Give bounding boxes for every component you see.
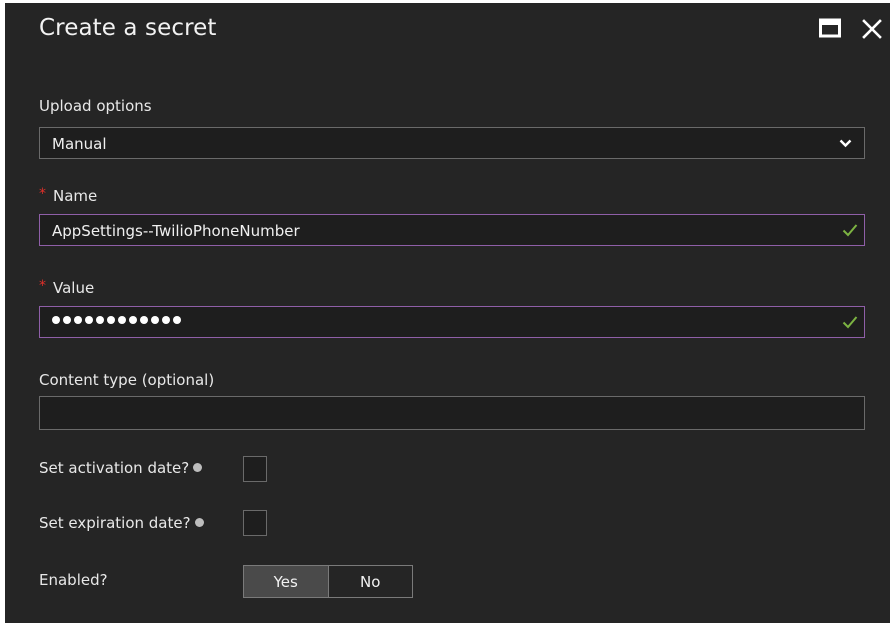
info-icon[interactable] — [193, 463, 203, 472]
mask-dot — [85, 316, 93, 324]
upload-options-select[interactable]: Manual — [39, 127, 865, 159]
page-title: Create a secret — [39, 15, 217, 41]
expiration-date-label-text: Set expiration date? — [39, 514, 191, 532]
activation-date-label-text: Set activation date? — [39, 459, 190, 477]
enabled-label: Enabled? — [39, 571, 108, 589]
mask-dot — [96, 316, 104, 324]
mask-dot — [140, 316, 148, 324]
mask-dot — [118, 316, 126, 324]
required-star: * — [39, 278, 46, 294]
mask-dot — [151, 316, 159, 324]
value-input[interactable] — [39, 306, 865, 338]
upload-options-value: Manual — [52, 135, 107, 153]
mask-dot — [74, 316, 82, 324]
content-type-label: Content type (optional) — [39, 371, 215, 389]
mask-dot — [63, 316, 71, 324]
name-input-value: AppSettings--TwilioPhoneNumber — [52, 222, 300, 240]
expiration-date-checkbox[interactable] — [243, 510, 267, 536]
checkmark-icon — [842, 224, 858, 237]
mask-dot — [162, 316, 170, 324]
masked-value — [52, 316, 181, 324]
enabled-no-button[interactable]: No — [329, 566, 413, 597]
expiration-date-label: Set expiration date? — [39, 514, 204, 532]
enabled-toggle[interactable]: Yes No — [243, 565, 413, 598]
activation-date-checkbox[interactable] — [243, 456, 267, 482]
name-label-text: Name — [53, 187, 98, 205]
content-type-input[interactable] — [39, 396, 865, 430]
value-label: * Value — [39, 278, 95, 297]
chevron-down-icon — [839, 139, 852, 148]
mask-dot — [107, 316, 115, 324]
close-icon[interactable] — [860, 17, 884, 41]
mask-dot — [129, 316, 137, 324]
name-input[interactable]: AppSettings--TwilioPhoneNumber — [39, 214, 865, 246]
activation-date-label: Set activation date? — [39, 459, 203, 477]
mask-dot — [173, 316, 181, 324]
enabled-yes-button[interactable]: Yes — [244, 566, 329, 597]
required-star: * — [39, 186, 46, 202]
mask-dot — [52, 316, 60, 324]
value-label-text: Value — [53, 279, 95, 297]
create-secret-panel: Create a secret Upload options Manual * N… — [5, 3, 890, 623]
checkmark-icon — [842, 316, 858, 329]
info-icon[interactable] — [194, 518, 204, 527]
name-label: * Name — [39, 186, 98, 205]
maximize-icon[interactable] — [819, 17, 841, 39]
upload-options-label: Upload options — [39, 97, 152, 115]
